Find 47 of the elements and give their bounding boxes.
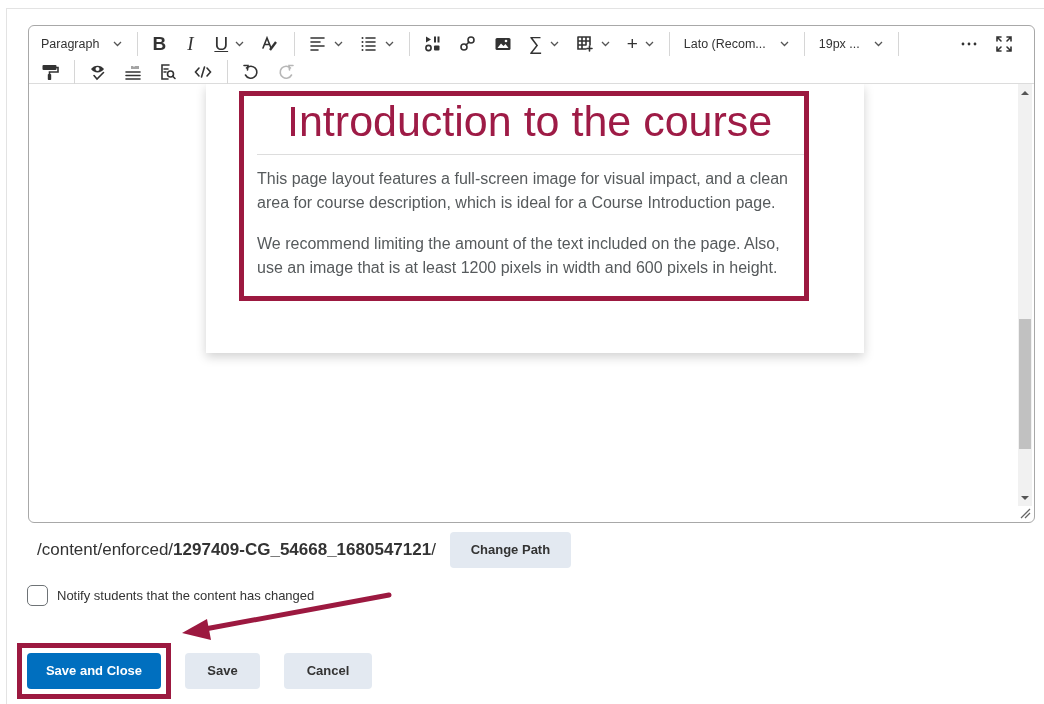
dropdown-button[interactable]: Paragraph [35, 31, 129, 57]
code-icon [194, 63, 212, 81]
caret-icon [334, 41, 344, 47]
bold-button[interactable]: B [146, 31, 173, 57]
secondary-button[interactable]: Cancel [284, 653, 372, 689]
image-icon [494, 35, 513, 53]
equation-button[interactable]: ∑ [523, 31, 565, 57]
body-paragraph: This page layout features a full-screen image for visual impact, and a clean area for course description, which is ideal for a Course Introduction page. [257, 169, 789, 213]
scrollbar[interactable] [1018, 84, 1032, 506]
redo-icon [277, 63, 295, 81]
caret-icon [779, 41, 789, 47]
notify-checkbox[interactable] [27, 585, 48, 606]
text-style-icon [261, 35, 280, 53]
find-icon [159, 63, 177, 81]
underline-button[interactable]: U [208, 31, 251, 57]
caret-icon [385, 41, 395, 47]
dropdown-button[interactable]: 19px ... [812, 31, 889, 57]
fullscreen-icon [995, 35, 1013, 53]
media-icon [424, 35, 443, 53]
resize-grip-icon[interactable] [1020, 508, 1031, 519]
content-path: /content/enforced/1297409-CG_54668_1680547121/ [37, 540, 436, 560]
primary-button[interactable]: Save and Close [27, 653, 161, 689]
word-count-icon [124, 63, 142, 81]
body-paragraph: We recommend limiting the amount of the text included on the page. Also, use an image that is at least 1200 pixels in width and 600 pixels in height. [257, 234, 781, 278]
italic-button[interactable]: I [177, 31, 204, 57]
checkbox-label: Notify students that the content has changed [57, 588, 315, 603]
link-icon [459, 35, 478, 53]
insert-button[interactable]: + [620, 31, 660, 57]
page-heading: Introduction to the course [286, 96, 774, 146]
table-icon [575, 35, 594, 53]
caret-icon [600, 41, 610, 47]
undo-icon [242, 63, 260, 81]
dropdown-button[interactable]: Lato (Recom... [677, 31, 795, 57]
more-icon [960, 42, 978, 46]
paint-roller-icon [41, 63, 59, 81]
secondary-button[interactable]: Save [185, 653, 260, 689]
caret-icon [644, 41, 654, 47]
caret-icon [235, 41, 245, 47]
align-left-icon [309, 35, 328, 53]
scroll-up-icon[interactable] [1021, 90, 1029, 96]
caret-icon [549, 41, 559, 47]
caret-icon [113, 41, 123, 47]
scroll-down-icon[interactable] [1021, 495, 1029, 501]
bulleted-list-icon [360, 35, 379, 53]
change-path-button[interactable]: Change Path [449, 532, 571, 568]
caret-icon [873, 41, 883, 47]
spellcheck-icon [89, 63, 107, 81]
